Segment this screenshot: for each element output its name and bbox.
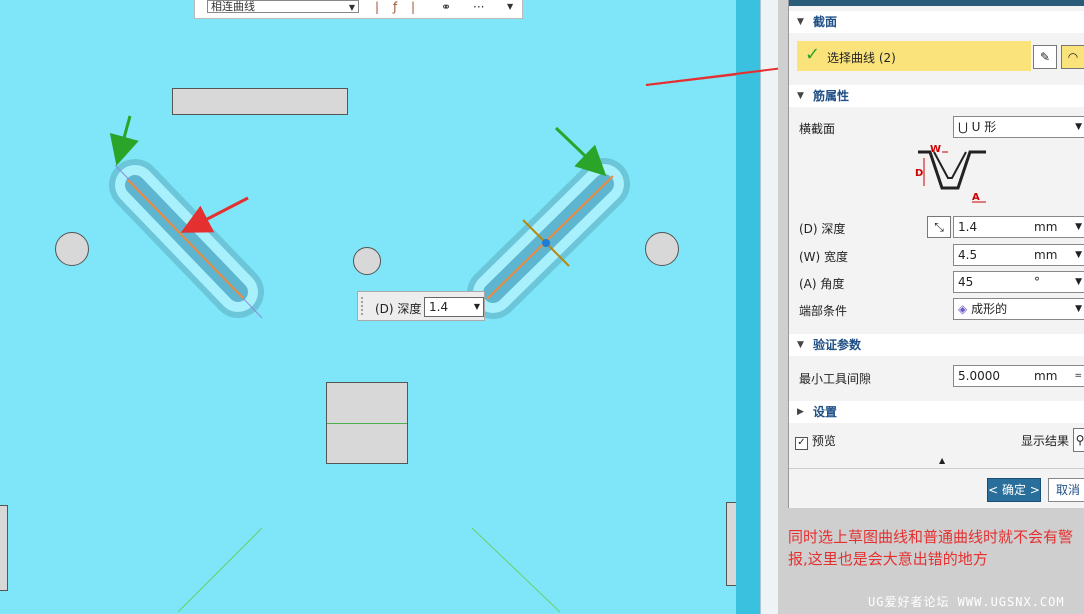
collapse-icon: ▼ [797, 17, 804, 27]
width-value: 4.5 [958, 248, 978, 262]
measure-icon[interactable]: ⤡ [927, 216, 951, 238]
cross-section-label: 横截面 [799, 122, 836, 136]
show-result-label: 显示结果 [1021, 434, 1070, 448]
divider [789, 468, 1084, 469]
select-curve-label: 选择曲线 (2) [827, 51, 896, 65]
preview-checkbox[interactable]: ✓ 预览 [795, 432, 836, 450]
u-shape-icon: ⋃ [958, 120, 968, 134]
preview-label: 预览 [811, 434, 836, 448]
curve-icon[interactable]: ◠ [1061, 45, 1084, 69]
end-condition-select[interactable]: ◈ 成形的 ▼ [953, 298, 1084, 320]
chevron-down-icon: ▼ [1075, 250, 1082, 260]
dialog-panel: ▼ 截面 ✓ 选择曲线 (2) ✎ ◠ ▼ 筋属性 横截面 ⋃ U 形 ▼ W … [778, 0, 1084, 614]
diagram-d: D [915, 168, 923, 179]
rib-dialog: ▼ 截面 ✓ 选择曲线 (2) ✎ ◠ ▼ 筋属性 横截面 ⋃ U 形 ▼ W … [788, 0, 1084, 508]
chevron-down-icon: ▼ [1075, 277, 1082, 287]
chevron-down-icon: ▼ [1075, 304, 1082, 314]
depth-field[interactable]: 1.4 mm ▼ [953, 216, 1084, 238]
rib-right[interactable] [467, 158, 630, 319]
diagram-a: A [972, 192, 980, 203]
depth-popup-select[interactable]: 1.4 ▼ [424, 297, 484, 317]
cross-section-diagram: W D A [915, 144, 986, 203]
ok-button[interactable]: < 确定 > [987, 478, 1041, 502]
section-title: 设置 [813, 405, 838, 419]
magnifier-icon[interactable]: ⚲ [1073, 428, 1084, 452]
min-gap-value: 5.0000 [958, 369, 1000, 383]
diagram-w: W [930, 144, 941, 155]
angle-field[interactable]: 45 ° ▼ [953, 271, 1084, 293]
section-title: 截面 [813, 15, 838, 29]
end-condition-label: 端部条件 [799, 304, 848, 318]
collapse-arrow-icon[interactable]: ▲ [939, 456, 945, 465]
equals-icon: = [1074, 371, 1082, 381]
section-header-verify[interactable]: ▼ 验证参数 [789, 334, 1084, 356]
checkmark-icon: ✓ [805, 44, 821, 65]
shape-icon: ◈ [958, 302, 968, 316]
chevron-down-icon: ▼ [1075, 122, 1082, 132]
green-arrow [554, 126, 607, 177]
cross-section-select[interactable]: ⋃ U 形 ▼ [953, 116, 1084, 138]
depth-popup: (D) 深度 1.4 ▼ [357, 291, 485, 321]
width-unit: mm [1034, 248, 1058, 262]
chevron-down-icon: ▼ [473, 302, 480, 311]
angle-value: 45 [958, 275, 974, 289]
green-arrow [109, 115, 139, 166]
width-field[interactable]: 4.5 mm ▼ [953, 244, 1084, 266]
angle-label: (A) 角度 [799, 277, 845, 291]
section-title: 筋属性 [813, 89, 850, 103]
min-gap-unit: mm [1034, 369, 1058, 383]
collapse-icon: ▼ [797, 91, 804, 101]
depth-label: (D) 深度 [799, 222, 846, 236]
angle-unit: ° [1034, 275, 1040, 289]
chevron-down-icon: ▼ [1075, 222, 1082, 232]
section-header-settings[interactable]: ▶ 设置 [789, 401, 1084, 423]
checkbox-icon[interactable]: ✓ [795, 437, 808, 450]
collapse-icon: ▼ [797, 340, 804, 350]
end-condition-value: 成形的 [971, 302, 1008, 316]
section-header-props[interactable]: ▼ 筋属性 [789, 85, 1084, 107]
cancel-button[interactable]: 取消 [1048, 478, 1084, 502]
drag-grip[interactable] [360, 296, 364, 316]
depth-value: 1.4 [958, 220, 978, 234]
sketch-section-icon[interactable]: ✎ [1033, 45, 1057, 69]
cross-section-value: U 形 [971, 120, 997, 134]
rib-left[interactable] [109, 159, 264, 319]
depth-popup-value: 1.4 [429, 300, 449, 314]
select-curve-row[interactable]: ✓ 选择曲线 (2) [797, 41, 1031, 71]
depth-unit: mm [1034, 220, 1058, 234]
section-title: 验证参数 [813, 338, 862, 352]
watermark: UG爱好者论坛 WWW.UGSNX.COM [868, 595, 1065, 609]
annotation-text: 同时选上草图曲线和普通曲线时就不会有警报,这里也是会大意出错的地方 [788, 528, 1074, 568]
min-gap-label: 最小工具间隙 [799, 372, 872, 386]
width-label: (W) 宽度 [799, 250, 849, 264]
min-gap-field[interactable]: 5.0000 mm = [953, 365, 1084, 387]
expand-icon: ▶ [797, 407, 804, 417]
section-header-section[interactable]: ▼ 截面 [789, 11, 1084, 33]
depth-popup-label: (D) 深度 [375, 302, 422, 316]
dialog-titlebar [789, 0, 1084, 6]
